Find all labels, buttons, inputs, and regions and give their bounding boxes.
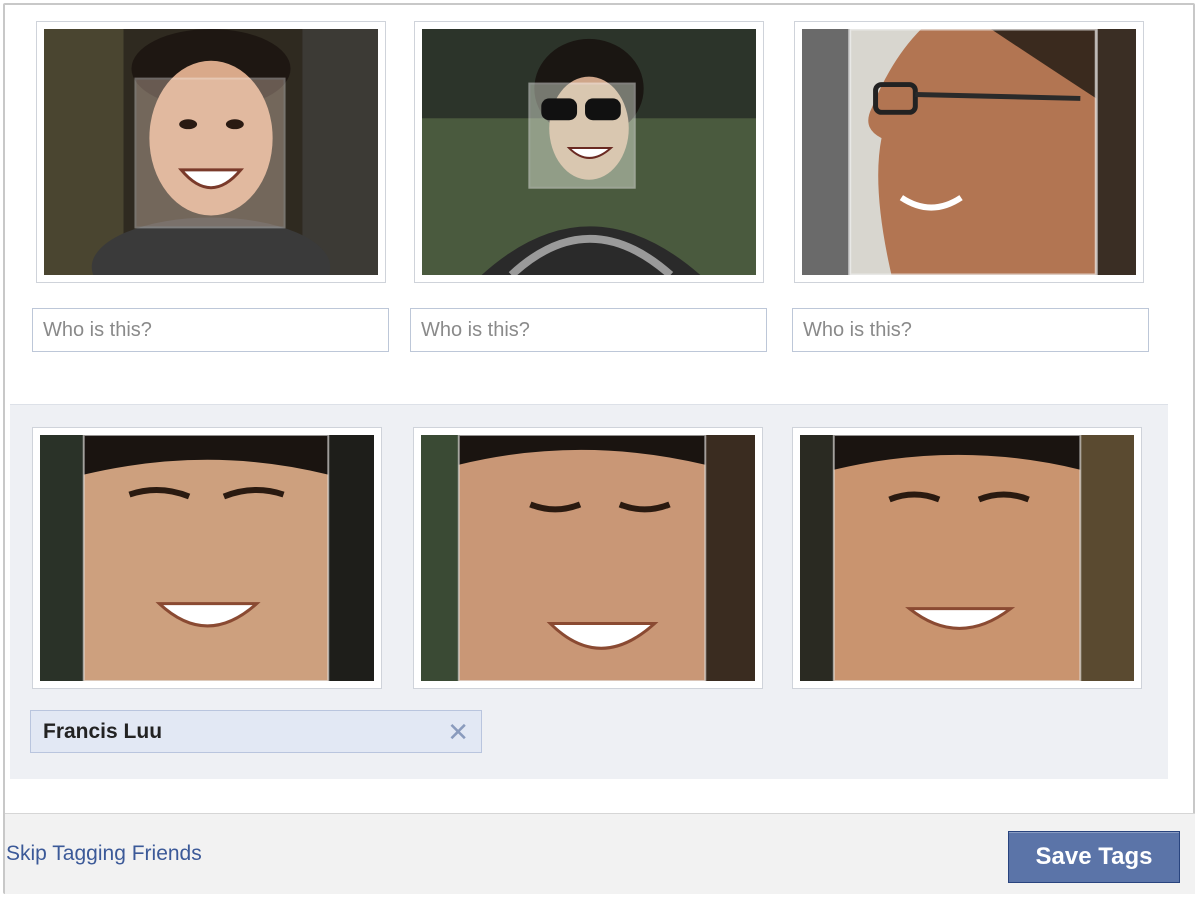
save-tags-button[interactable]: Save Tags [1008, 831, 1180, 883]
face-photo-2[interactable] [414, 21, 764, 283]
suggested-face-photo-2[interactable] [413, 427, 763, 689]
friend-tag-token[interactable]: Francis Luu ✕ [30, 710, 482, 753]
face-photo-1[interactable] [36, 21, 386, 283]
remove-tag-icon[interactable]: ✕ [447, 719, 469, 745]
face-photo-3[interactable] [794, 21, 1144, 283]
skip-tagging-link[interactable]: Skip Tagging Friends [6, 842, 202, 866]
friend-tag-name: Francis Luu [43, 719, 163, 743]
who-is-this-input-3[interactable] [792, 308, 1149, 352]
who-is-this-input-2[interactable] [410, 308, 767, 352]
suggested-face-photo-1[interactable] [32, 427, 382, 689]
suggested-face-photo-3[interactable] [792, 427, 1142, 689]
who-is-this-input-1[interactable] [32, 308, 389, 352]
